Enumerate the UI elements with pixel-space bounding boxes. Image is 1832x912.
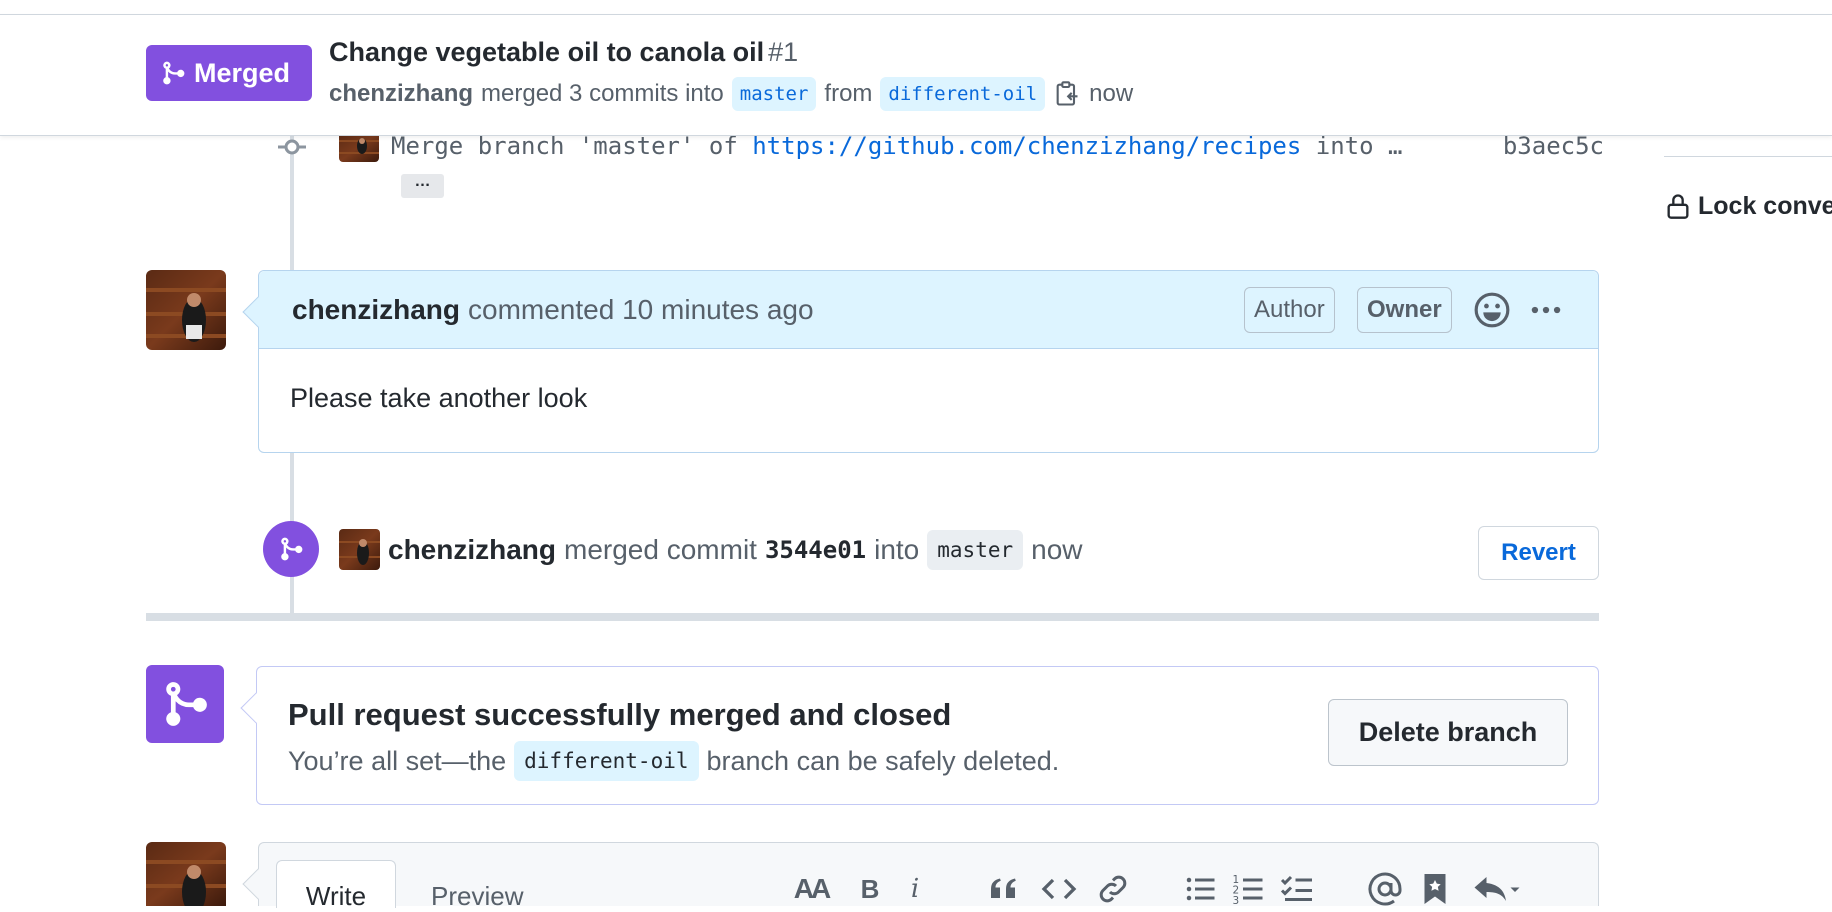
- sidebar-divider: [1664, 156, 1832, 157]
- merge-status-sub-suffix: branch can be safely deleted.: [706, 745, 1060, 776]
- pr-sticky-header: Merged Change vegetable oil to canola oi…: [0, 14, 1832, 136]
- commit-dot-icon: [278, 139, 306, 155]
- commit-row: Merge branch 'master' of https://github.…: [274, 132, 1604, 162]
- pr-time: now: [1089, 80, 1134, 107]
- bold-icon[interactable]: B: [852, 871, 888, 907]
- pr-number: #1: [768, 37, 799, 67]
- quote-icon[interactable]: [985, 871, 1021, 907]
- svg-text:3: 3: [1233, 895, 1240, 907]
- merge-status-icon: [146, 665, 224, 743]
- copy-branch-icon[interactable]: [1053, 80, 1081, 108]
- comment-options-icon[interactable]: [1527, 291, 1565, 329]
- author-label: Author: [1244, 287, 1335, 333]
- commit-author-avatar[interactable]: [339, 132, 379, 162]
- composer-pointer: [242, 868, 274, 900]
- merged-status-badge: Merged: [146, 45, 312, 101]
- comment-author-link[interactable]: chenzizhang: [292, 294, 460, 326]
- merge-status-subtitle: You’re all set—the different-oil branch …: [288, 741, 1059, 781]
- pr-title-text: Change vegetable oil to canola oil: [329, 37, 765, 67]
- comment-header: chenzizhang commented 10 minutes ago Aut…: [242, 271, 1598, 349]
- merge-status-pointer: [240, 692, 272, 724]
- tab-write[interactable]: Write: [276, 860, 396, 911]
- comment-box: chenzizhang commented 10 minutes ago Aut…: [242, 270, 1599, 453]
- comment-composer: Write Preview AA B i 123: [242, 842, 1599, 911]
- comment-author-avatar[interactable]: [146, 270, 226, 350]
- pr-merged-text: merged 3 commits into: [481, 80, 724, 107]
- pr-author-link[interactable]: chenzizhang: [329, 80, 473, 108]
- commit-message: Merge branch 'master' of https://github.…: [391, 132, 1402, 160]
- heading-icon[interactable]: AA: [793, 871, 831, 907]
- lock-icon: [1667, 194, 1689, 219]
- unordered-list-icon[interactable]: [1183, 871, 1219, 907]
- merge-event-icon: [263, 521, 319, 577]
- saved-reply-icon[interactable]: [1417, 871, 1453, 907]
- merge-icon: [281, 537, 303, 561]
- merge-event-avatar[interactable]: [339, 529, 380, 570]
- delete-branch-button[interactable]: Delete branch: [1328, 699, 1568, 766]
- add-reaction-icon[interactable]: [1473, 291, 1511, 329]
- code-icon[interactable]: [1041, 871, 1077, 907]
- commit-sha-link[interactable]: b3aec5c: [1503, 132, 1604, 160]
- head-branch-tag[interactable]: different-oil: [880, 77, 1046, 111]
- comment-action: commented: [468, 293, 615, 325]
- base-branch-tag[interactable]: master: [731, 77, 817, 111]
- comment-time-link[interactable]: 10 minutes ago: [622, 294, 813, 326]
- pr-title: Change vegetable oil to canola oil #1: [329, 37, 798, 68]
- merge-status-title: Pull request successfully merged and clo…: [288, 697, 952, 732]
- revert-button[interactable]: Revert: [1478, 526, 1599, 580]
- expand-commit-message-button[interactable]: …: [401, 174, 444, 198]
- merge-event-action: merged commit: [564, 534, 757, 565]
- merged-badge-label: Merged: [194, 57, 291, 88]
- merge-event-author-link[interactable]: chenzizhang: [388, 534, 556, 566]
- lock-conversation-label: Lock conversation: [1698, 191, 1832, 220]
- pr-from-text: from: [824, 80, 873, 107]
- merge-status-branch-tag[interactable]: different-oil: [514, 741, 699, 781]
- commit-message-link[interactable]: https://github.com/chenzizhang/recipes: [752, 132, 1301, 160]
- merge-commit-sha-link[interactable]: 3544e01: [765, 536, 866, 564]
- tab-preview[interactable]: Preview: [431, 881, 523, 912]
- task-list-icon[interactable]: [1279, 871, 1315, 907]
- commit-message-prefix: Merge branch 'master' of: [391, 132, 738, 160]
- merge-event-time[interactable]: now: [1031, 534, 1082, 566]
- reply-icon[interactable]: [1471, 871, 1523, 907]
- merge-event-branch-tag[interactable]: master: [927, 530, 1024, 570]
- comment-body: Please take another look: [290, 383, 588, 413]
- merge-status-sub-prefix: You’re all set—the: [288, 745, 507, 776]
- merge-event-text: chenzizhang merged commit 3544e01 into m…: [388, 530, 1083, 570]
- merge-icon: [163, 61, 185, 85]
- merge-status-box: Pull request successfully merged and clo…: [240, 666, 1599, 805]
- ordered-list-icon[interactable]: 123: [1231, 871, 1267, 907]
- lock-conversation-link[interactable]: Lock conversation: [1664, 189, 1832, 223]
- mention-icon[interactable]: [1367, 871, 1403, 907]
- italic-icon[interactable]: i: [897, 871, 933, 907]
- comment-pointer: [242, 296, 274, 328]
- merge-icon: [166, 682, 207, 726]
- merge-event-into: into: [874, 534, 920, 565]
- section-divider: [146, 613, 1599, 621]
- composer-avatar[interactable]: [146, 842, 226, 906]
- owner-label: Owner: [1357, 287, 1452, 333]
- link-icon[interactable]: [1095, 871, 1131, 907]
- pr-meta: chenzizhang merged 3 commits into master…: [329, 77, 1133, 111]
- commit-message-suffix: into …: [1315, 132, 1403, 160]
